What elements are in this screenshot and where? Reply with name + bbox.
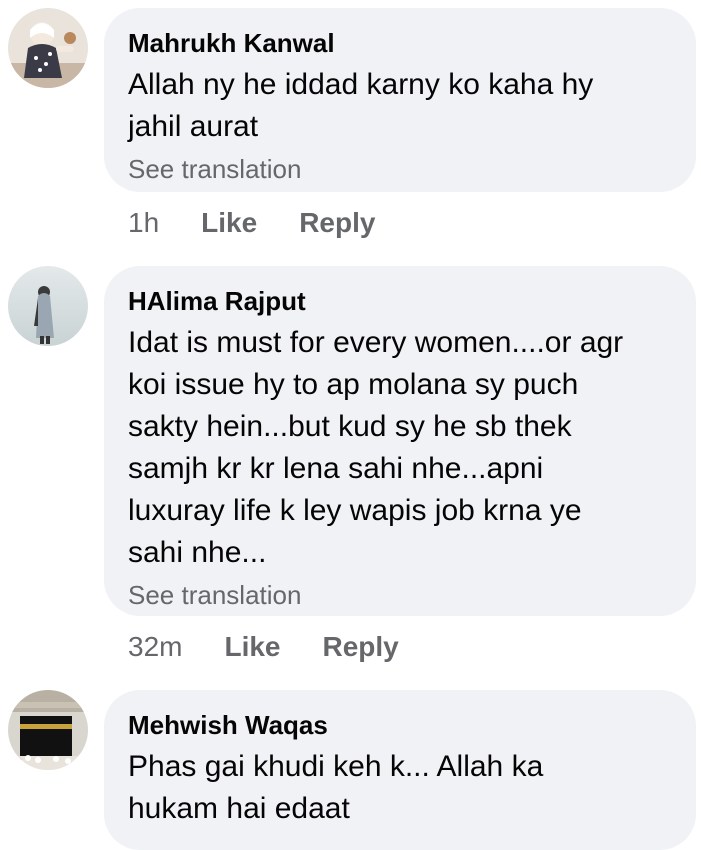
comment-text: Allah ny he iddad karny ko kaha hy jahil… bbox=[128, 68, 594, 143]
comment-timestamp[interactable]: 32m bbox=[128, 630, 182, 664]
comment-actions: 1h Like Reply bbox=[128, 206, 375, 240]
comment-bubble: HAlima Rajput Idat is must for every wom… bbox=[104, 266, 696, 616]
see-translation-link[interactable]: See translation bbox=[128, 578, 672, 612]
comment-bubble: Mehwish Waqas Phas gai khudi keh k... Al… bbox=[104, 690, 696, 850]
comment-actions: 32m Like Reply bbox=[128, 630, 399, 664]
avatar-child-photo-icon bbox=[8, 8, 88, 88]
avatar[interactable] bbox=[8, 266, 88, 346]
reply-button[interactable]: Reply bbox=[299, 206, 375, 240]
avatar-kaaba-photo-icon bbox=[8, 690, 88, 770]
reply-button[interactable]: Reply bbox=[323, 630, 399, 664]
avatar-woman-photo-icon bbox=[8, 266, 88, 346]
comment-text: Idat is must for every women....or agr k… bbox=[128, 326, 624, 569]
comment-bubble: Mahrukh Kanwal Allah ny he iddad karny k… bbox=[104, 8, 696, 192]
like-button[interactable]: Like bbox=[224, 630, 280, 664]
like-button[interactable]: Like bbox=[201, 206, 257, 240]
avatar[interactable] bbox=[8, 8, 88, 88]
comment-text: Phas gai khudi keh k... Allah ka hukam h… bbox=[128, 750, 544, 825]
comment-author[interactable]: Mahrukh Kanwal bbox=[128, 26, 672, 60]
avatar[interactable] bbox=[8, 690, 88, 770]
comment-timestamp[interactable]: 1h bbox=[128, 206, 159, 240]
comment-author[interactable]: HAlima Rajput bbox=[128, 284, 672, 318]
comment-author[interactable]: Mehwish Waqas bbox=[128, 708, 672, 742]
see-translation-link[interactable]: See translation bbox=[128, 152, 672, 186]
